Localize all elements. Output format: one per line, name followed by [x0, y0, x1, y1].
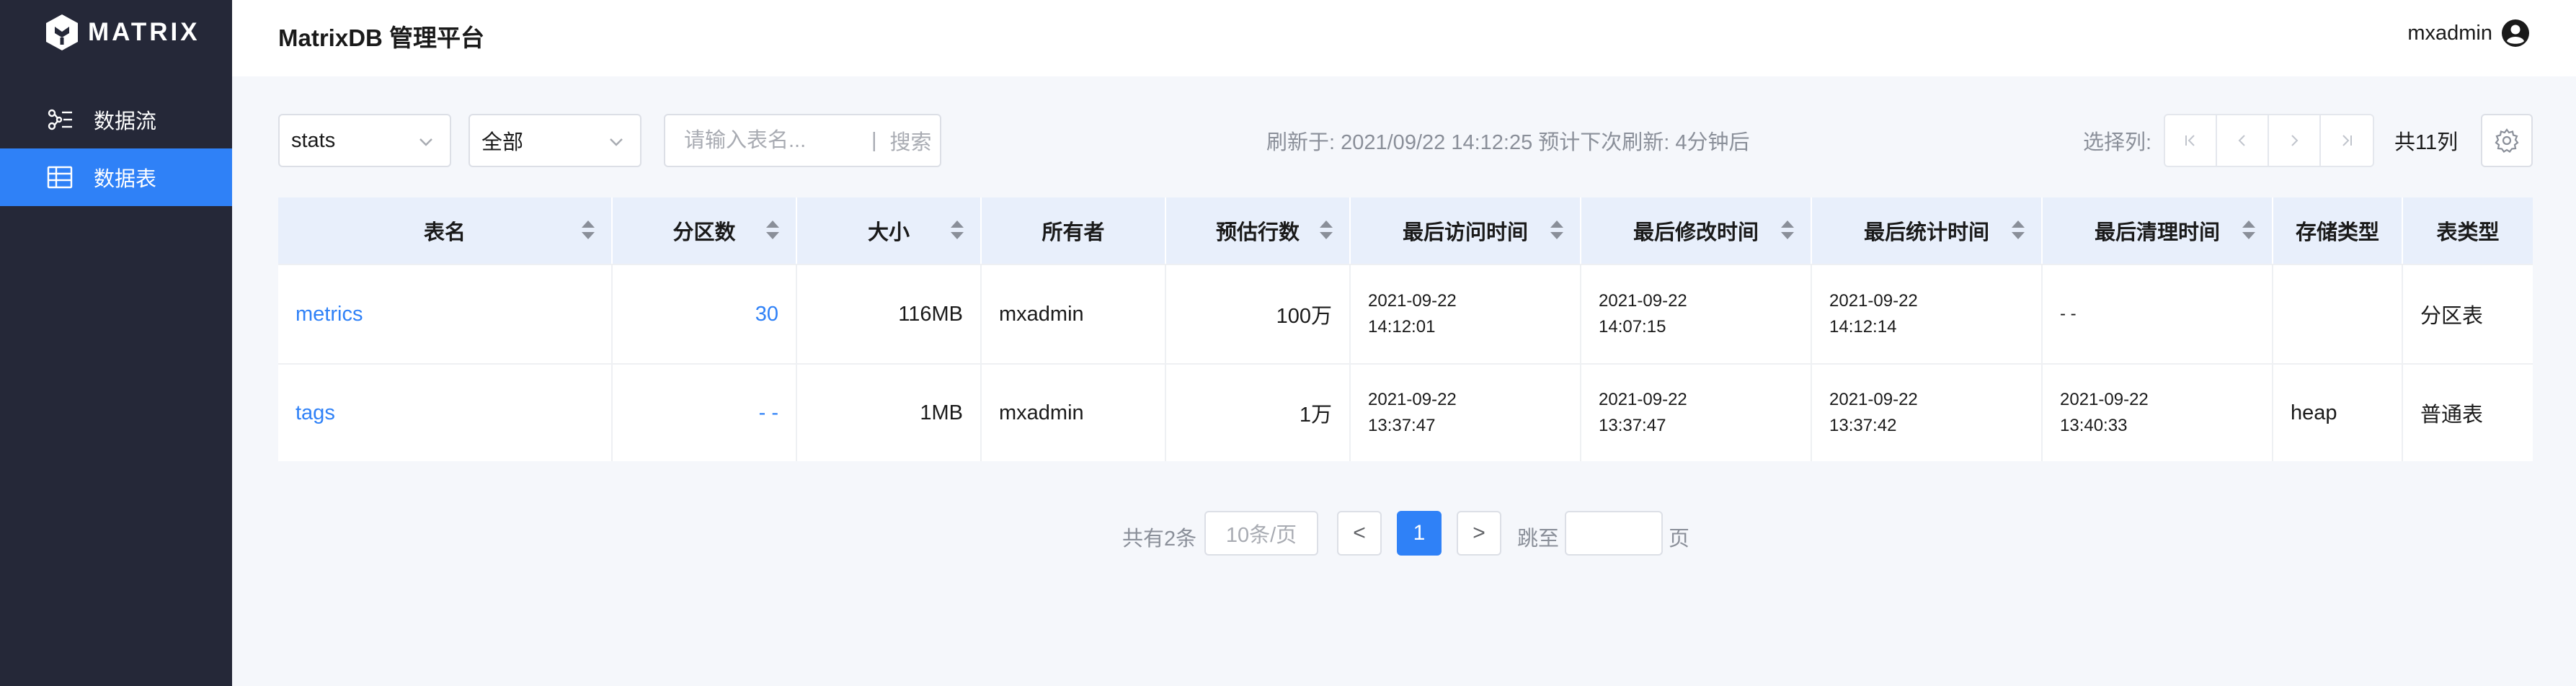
sort-icon[interactable]	[1780, 219, 1795, 241]
search-input[interactable]	[684, 128, 864, 153]
logo-text: MATRIX	[88, 18, 200, 46]
column-select-label: 选择列:	[2083, 131, 2152, 154]
search-box: | 搜索	[664, 114, 941, 167]
first-page-icon	[2185, 135, 2195, 146]
storage-type: heap	[2273, 365, 2403, 461]
prev-columns-button[interactable]	[2217, 115, 2269, 166]
sidebar: MATRIX 数据流 数据表	[0, 0, 232, 686]
page-title: MatrixDB 管理平台	[278, 24, 485, 51]
column-header-partitions[interactable]: 分区数	[613, 197, 797, 264]
sidebar-item-label: 数据流	[94, 110, 157, 133]
refresh-info: 刷新于: 2021/09/22 14:12:25 预计下次刷新: 4分钟后	[1266, 131, 1750, 154]
table-owner: mxadmin	[982, 265, 1166, 363]
column-header-size[interactable]: 大小	[797, 197, 982, 264]
column-header-storage: 存储类型	[2273, 197, 2403, 264]
search-button[interactable]: 搜索	[890, 125, 932, 156]
last-vacuum-time: - -	[2043, 265, 2273, 363]
database-select-value: stats	[291, 128, 336, 152]
column-header-last-access[interactable]: 最后访问时间	[1351, 197, 1581, 264]
data-table: 表名 分区数 大小 所有者 预估行数 最后访问时间 最后修改时间 最后统计时间	[278, 197, 2533, 461]
sort-icon[interactable]	[950, 219, 964, 241]
sort-icon[interactable]	[581, 219, 595, 241]
table-name-link[interactable]: metrics	[278, 265, 613, 363]
user-avatar-icon	[2502, 19, 2529, 47]
search-separator: |	[871, 128, 877, 152]
column-count: 共11列	[2394, 131, 2459, 154]
table-size: 116MB	[797, 265, 982, 363]
last-analyzed-time: 2021-09-22 14:12:14	[1812, 265, 2043, 363]
logo: MATRIX	[45, 13, 200, 52]
column-header-last-vacuum[interactable]: 最后清理时间	[2043, 197, 2273, 264]
column-header-owner: 所有者	[982, 197, 1166, 264]
chevron-down-icon	[610, 138, 623, 146]
last-access-time: 2021-09-22 14:12:01	[1351, 265, 1581, 363]
last-modified-time: 2021-09-22 13:37:47	[1581, 365, 1812, 461]
storage-type	[2273, 265, 2403, 363]
database-select[interactable]: stats	[278, 114, 451, 167]
page-size-select[interactable]: 10条/页	[1204, 511, 1318, 556]
jump-to-label: 跳至	[1517, 527, 1560, 551]
prev-page-button[interactable]: <	[1337, 511, 1382, 556]
sidebar-item-label: 数据表	[94, 168, 157, 191]
chevron-right-icon	[2291, 135, 2299, 146]
pagination-total: 共有2条	[1122, 527, 1197, 551]
column-pager	[2164, 114, 2374, 167]
matrix-logo-icon	[46, 14, 78, 50]
table-type-select[interactable]: 全部	[468, 114, 641, 167]
table-type-select-value: 全部	[481, 131, 524, 154]
table-name-link[interactable]: tags	[278, 365, 613, 461]
username: mxadmin	[2407, 21, 2492, 45]
sort-icon[interactable]	[1550, 219, 1564, 241]
column-header-table-type: 表类型	[2436, 221, 2500, 244]
sort-icon[interactable]	[2242, 219, 2256, 241]
row-estimate: 100万	[1166, 265, 1351, 363]
column-header-last-analyzed[interactable]: 最后统计时间	[1812, 197, 2043, 264]
last-access-time: 2021-09-22 13:37:47	[1351, 365, 1581, 461]
data-flow-icon	[48, 109, 72, 130]
table-type: 分区表	[2420, 305, 2484, 328]
next-columns-button[interactable]	[2269, 115, 2321, 166]
gear-icon	[2495, 128, 2519, 153]
header: MatrixDB 管理平台 mxadmin	[232, 0, 2576, 76]
page-unit-label: 页	[1669, 527, 1690, 551]
table-type: 普通表	[2420, 404, 2484, 427]
partition-count-link[interactable]: 30	[613, 265, 797, 363]
last-modified-time: 2021-09-22 14:07:15	[1581, 265, 1812, 363]
last-vacuum-time: 2021-09-22 13:40:33	[2043, 365, 2273, 461]
row-estimate: 1万	[1166, 365, 1351, 461]
column-header-last-modified[interactable]: 最后修改时间	[1581, 197, 1812, 264]
table-row: metrics 30 116MB mxadmin 100万 2021-09-22…	[278, 264, 2533, 363]
user-menu[interactable]: mxadmin	[2407, 19, 2530, 48]
last-analyzed-time: 2021-09-22 13:37:42	[1812, 365, 2043, 461]
sidebar-item-data-table[interactable]: 数据表	[0, 148, 232, 206]
table-icon	[47, 166, 73, 189]
chevron-left-icon	[2238, 135, 2245, 146]
chevron-down-icon	[419, 138, 432, 146]
last-columns-button[interactable]	[2321, 115, 2373, 166]
next-page-button[interactable]: >	[1457, 511, 1501, 556]
settings-button[interactable]	[2481, 114, 2533, 167]
table-owner: mxadmin	[982, 365, 1166, 461]
sidebar-item-data-flow[interactable]: 数据流	[0, 91, 232, 148]
jump-to-page-input[interactable]	[1565, 511, 1663, 556]
sort-icon[interactable]	[2011, 219, 2025, 241]
column-header-row-estimate[interactable]: 预估行数	[1166, 197, 1351, 264]
table-header: 表名 分区数 大小 所有者 预估行数 最后访问时间 最后修改时间 最后统计时间	[278, 197, 2533, 264]
last-page-icon	[2342, 135, 2352, 146]
table-size: 1MB	[797, 365, 982, 461]
table-row: tags - - 1MB mxadmin 1万 2021-09-22 13:37…	[278, 363, 2533, 461]
first-columns-button[interactable]	[2165, 115, 2217, 166]
column-header-name[interactable]: 表名	[278, 197, 613, 264]
partition-count-link[interactable]: - -	[613, 365, 797, 461]
page-button-current[interactable]: 1	[1397, 511, 1442, 556]
sort-icon[interactable]	[1319, 219, 1333, 241]
sort-icon[interactable]	[765, 219, 780, 241]
